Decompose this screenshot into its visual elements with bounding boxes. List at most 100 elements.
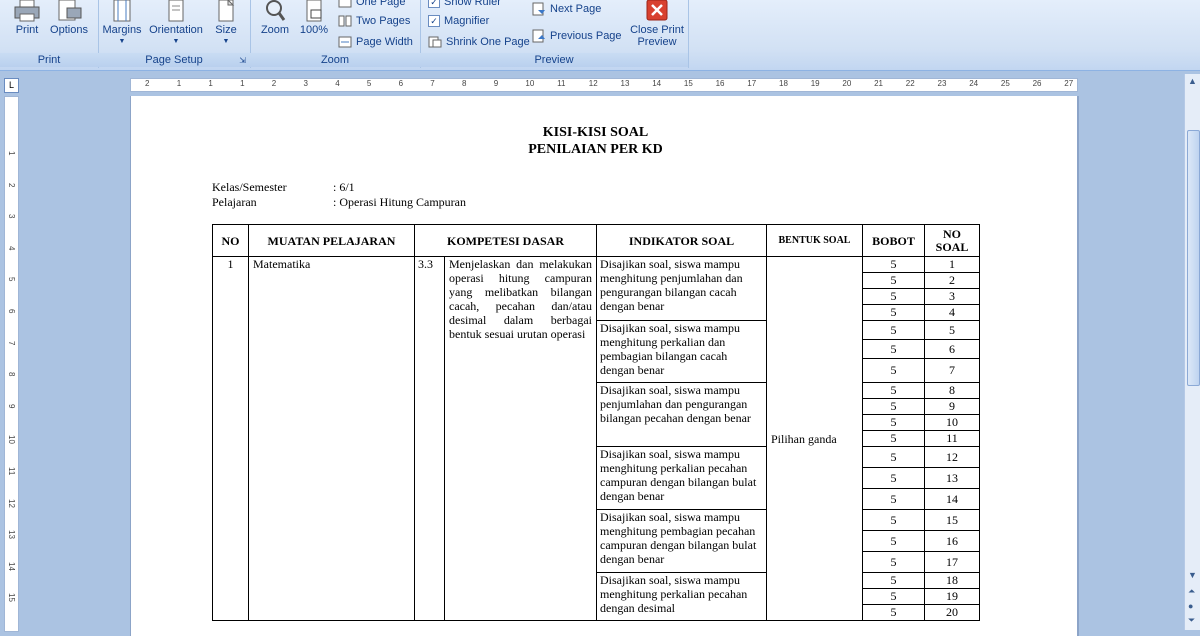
- printer-icon: [14, 0, 40, 22]
- bobot-value: 5: [863, 552, 924, 573]
- soal-number: 14: [925, 489, 979, 510]
- page-setup-group-label: Page Setup: [98, 53, 250, 67]
- margins-icon: [113, 0, 131, 22]
- bobot-value: 5: [863, 573, 924, 589]
- size-dropdown-icon: ▼: [222, 38, 230, 45]
- ruler-tick-label: 21: [874, 79, 883, 88]
- bobot-value: 5: [863, 383, 924, 399]
- ruler-tick-label: 11: [7, 467, 16, 476]
- vertical-scrollbar[interactable]: ▲ ▼ ⏶ ● ⏷: [1184, 74, 1200, 630]
- preview-group-label: Preview: [420, 53, 688, 67]
- bobot-value: 5: [863, 340, 924, 359]
- check-icon: ✓: [428, 0, 440, 8]
- ruler-tick-label: 1: [176, 79, 182, 88]
- ruler-tick-label: 14: [652, 79, 662, 88]
- horizontal-ruler[interactable]: 2 1 1 1 2 3 4 5 6 7 8 9 10 11 12 13 14 15 16 17 18 19 20 21 22 23…: [130, 78, 1078, 92]
- orientation-dropdown-icon: ▼: [172, 38, 180, 45]
- print-group: Print Options Print: [0, 0, 99, 68]
- ruler-tick-label: 2: [7, 182, 16, 188]
- ruler-tick-label: 27: [1064, 79, 1074, 88]
- vertical-ruler[interactable]: 1 2 3 4 5 6 7 8 9 10 11 12 13 14 15: [4, 96, 19, 632]
- soal-number: 5: [925, 321, 979, 340]
- orientation-button[interactable]: Orientation ▼: [146, 0, 206, 48]
- options-icon: [58, 0, 82, 21]
- zoom-100-button[interactable]: 100%: [296, 0, 332, 36]
- close-print-preview-button[interactable]: Close Print Preview: [626, 0, 688, 48]
- ruler-tick-label: 17: [747, 79, 757, 88]
- shrink-one-page-button[interactable]: Shrink One Page: [428, 36, 530, 48]
- kelas-label: Kelas/Semester: [212, 180, 287, 194]
- magnifier-icon: [266, 0, 286, 21]
- indikator-item: Disajikan soal, siswa mampu penjumlahan …: [597, 383, 766, 447]
- ruler-tick-label: 24: [969, 79, 979, 88]
- ruler-tick-label: 4: [335, 79, 340, 88]
- ruler-tick-label: 5: [7, 277, 16, 282]
- ruler-tick-label: 22: [905, 79, 915, 88]
- one-page-icon: [338, 0, 352, 8]
- soal-number: 17: [925, 552, 979, 573]
- ruler-tick-label: 2: [271, 79, 277, 88]
- ruler-tick-label: 11: [557, 79, 566, 88]
- bobot-value: 5: [863, 431, 924, 447]
- previous-page-button[interactable]: Previous Page: [532, 29, 622, 43]
- shrink-icon: [428, 36, 442, 48]
- header-no: NO: [212, 224, 249, 257]
- ruler-tick-label: 12: [7, 498, 16, 508]
- ruler-tick-label: 7: [7, 340, 16, 346]
- size-button[interactable]: Size ▼: [210, 0, 242, 48]
- soal-number: 19: [925, 589, 979, 605]
- soal-number: 12: [925, 447, 979, 468]
- one-page-button[interactable]: One Page: [338, 0, 406, 8]
- page-width-icon: [338, 36, 352, 48]
- soal-number: 11: [925, 431, 979, 447]
- ruler-tick-label: 2: [145, 79, 150, 88]
- show-ruler-checkbox[interactable]: ✓ Show Ruler: [428, 0, 501, 8]
- margins-dropdown-icon: ▼: [118, 38, 126, 45]
- options-button[interactable]: Options: [48, 0, 90, 36]
- close-icon: [646, 0, 668, 21]
- previous-page-browse-icon[interactable]: ⏶: [1188, 586, 1195, 597]
- size-icon: [218, 0, 235, 22]
- select-browse-object-icon[interactable]: ●: [1188, 601, 1193, 611]
- next-page-browse-icon[interactable]: ⏷: [1188, 615, 1195, 626]
- ruler-tick-label: 12: [588, 79, 598, 88]
- document-meta: Kelas/Semester: 6/1 Pelajaran: Operasi H…: [212, 180, 979, 210]
- zoom-button[interactable]: Zoom: [256, 0, 294, 36]
- bobot-value: 5: [863, 510, 924, 531]
- pelajaran-value: : Operasi Hitung Campuran: [333, 195, 466, 209]
- magnifier-checkbox[interactable]: ✓ Magnifier: [428, 15, 489, 27]
- bobot-value: 5: [863, 399, 924, 415]
- soal-number: 20: [946, 605, 958, 619]
- indikator-item: Disajikan soal, siswa mampu menghitung p…: [600, 573, 748, 615]
- row-kd-text: Menjelaskan dan melakukan operasi hitung…: [444, 256, 597, 621]
- zoom-group-label: Zoom: [250, 53, 420, 67]
- ruler-tick-label: 10: [525, 79, 535, 88]
- indikator-item: Disajikan soal, siswa mampu menghitung p…: [597, 447, 766, 510]
- indikator-item: Disajikan soal, siswa mampu menghitung p…: [597, 510, 766, 573]
- next-page-button[interactable]: Next Page: [532, 2, 601, 16]
- bobot-value: 5: [863, 321, 924, 340]
- ruler-tick-label: 23: [937, 79, 947, 88]
- document-title: KISI-KISI SOAL PENILAIAN PER KD: [212, 124, 979, 158]
- ruler-tick-label: 6: [7, 309, 16, 314]
- preview-group: ✓ Show Ruler ✓ Magnifier Shrink One Page N…: [420, 0, 689, 68]
- ruler-tick-label: 6: [398, 79, 404, 88]
- scroll-thumb[interactable]: [1187, 130, 1200, 386]
- page-setup-group: Margins ▼ Orientation ▼ Size ▼ Page Setup ⇲: [98, 0, 251, 68]
- nosoal-cell: 1 2 3 4 5 6 7 8 9 10 11 12 13 14 15 16 17 18 19 20: [924, 256, 980, 621]
- scroll-up-icon[interactable]: ▲: [1188, 76, 1197, 86]
- two-pages-button[interactable]: Two Pages: [338, 15, 410, 27]
- print-button[interactable]: Print: [10, 0, 44, 36]
- ruler-corner[interactable]: L: [0, 76, 22, 94]
- table-row: 1 Matematika 3.3 Menjelaskan dan melakuk…: [212, 256, 980, 621]
- ruler-tick-label: 19: [810, 79, 820, 88]
- indikator-item: Disajikan soal, siswa mampu menghitung p…: [597, 257, 766, 321]
- bobot-value: 5: [863, 531, 924, 552]
- margins-button[interactable]: Margins ▼: [102, 0, 142, 48]
- page-width-button[interactable]: Page Width: [338, 36, 413, 48]
- dialog-launcher-icon[interactable]: ⇲: [239, 56, 246, 65]
- ruler-tick-label: 1: [208, 79, 213, 88]
- indikator-cell: Disajikan soal, siswa mampu menghitung p…: [596, 256, 767, 621]
- scroll-down-icon[interactable]: ▼: [1188, 570, 1197, 580]
- document-page[interactable]: KISI-KISI SOAL PENILAIAN PER KD Kelas/Se…: [130, 96, 1079, 636]
